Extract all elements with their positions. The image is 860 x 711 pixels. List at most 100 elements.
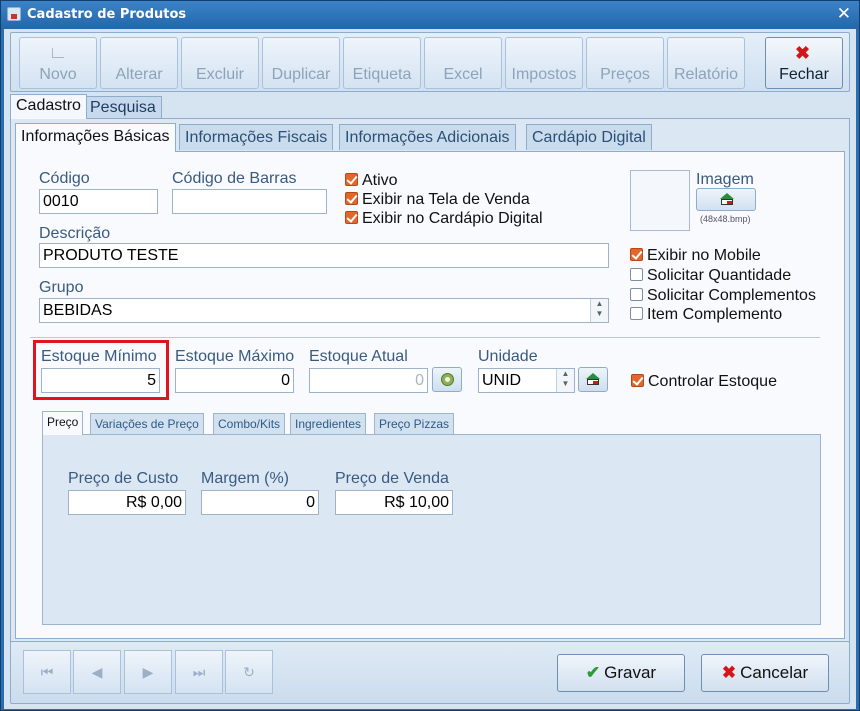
alterar-button[interactable]: Alterar [100, 37, 178, 89]
preco-custo-input[interactable]: R$ 0,00 [68, 490, 186, 515]
novo-label: Novo [39, 66, 77, 83]
cancelar-label: Cancelar [740, 663, 809, 682]
tab-pesquisa[interactable]: Pesquisa [84, 96, 162, 118]
solicitar-comp-check-box [630, 288, 643, 301]
product-image-preview[interactable] [630, 170, 690, 231]
fechar-button[interactable]: ✖ Fechar [765, 37, 843, 89]
estoque-maximo-input[interactable]: 0 [175, 368, 294, 393]
margem-label: Margem (%) [201, 470, 290, 487]
cancel-x-icon: ✖ [721, 663, 737, 682]
unidade-select[interactable]: UNID ▲ ▼ [478, 368, 575, 393]
unidade-spin-icon[interactable]: ▲ ▼ [556, 369, 574, 392]
fechar-label: Fechar [779, 66, 829, 83]
image-size-hint: (48x48.bmp) [700, 214, 751, 224]
nav-prev-button[interactable]: ◀ [73, 650, 121, 694]
preco-custo-label: Preço de Custo [68, 470, 179, 487]
solicitar-comp-label: Solicitar Complementos [647, 287, 816, 304]
controlar-estoque-checkbox[interactable]: Controlar Estoque [631, 373, 777, 391]
refresh-stock-icon [441, 373, 454, 386]
gravar-label: Gravar [604, 663, 657, 682]
alterar-label: Alterar [115, 66, 163, 83]
tab-informacoes-basicas[interactable]: Informações Básicas [15, 123, 176, 152]
product-form-window: Cadastro de Produtos ✕ Novo Alterar Excl… [0, 0, 860, 711]
solicitar-qtd-check-box [630, 268, 643, 281]
cancelar-button[interactable]: ✖ Cancelar [701, 654, 829, 692]
duplicar-label: Duplicar [271, 66, 331, 83]
estoque-atual-button[interactable] [432, 367, 462, 392]
exibir-mobile-checkbox[interactable]: Exibir no Mobile [630, 247, 761, 265]
etiqueta-button[interactable]: Etiqueta [343, 37, 421, 89]
precos-button[interactable]: Preços [586, 37, 664, 89]
nav-first-button[interactable]: ⏮ [23, 650, 71, 694]
exibir-tela-venda-checkbox[interactable]: Exibir na Tela de Venda [345, 191, 530, 209]
descricao-input[interactable]: PRODUTO TESTE [39, 243, 609, 268]
ativo-check-box [345, 173, 358, 186]
excel-label: Excel [443, 66, 483, 83]
tela-venda-label: Exibir na Tela de Venda [362, 191, 530, 208]
title-bar[interactable]: Cadastro de Produtos ✕ [1, 1, 859, 29]
impostos-button[interactable]: Impostos [505, 37, 583, 89]
tab-cardapio-digital[interactable]: Cardápio Digital [526, 124, 652, 150]
tab-preco-pizzas[interactable]: Preço Pizzas [374, 413, 455, 434]
load-image-button[interactable] [696, 188, 756, 211]
etiqueta-label: Etiqueta [352, 66, 412, 83]
nav-last-button[interactable]: ⏭ [175, 650, 223, 694]
unidade-lookup-button[interactable] [578, 367, 608, 392]
price-panel [42, 434, 821, 625]
nav-next-button[interactable]: ▶ [124, 650, 172, 694]
section-divider [30, 337, 820, 338]
margem-input[interactable]: 0 [201, 490, 319, 515]
duplicar-button[interactable]: Duplicar [262, 37, 340, 89]
cardapio-label: Exibir no Cardápio Digital [362, 210, 543, 227]
exibir-cardapio-checkbox[interactable]: Exibir no Cardápio Digital [345, 210, 543, 228]
tab-cadastro[interactable]: Cadastro [10, 94, 87, 119]
estoque-atual-input[interactable]: 0 [309, 368, 428, 393]
tela-venda-check-box [345, 192, 358, 205]
tab-informacoes-fiscais[interactable]: Informações Fiscais [179, 124, 334, 150]
unidade-label: Unidade [478, 348, 538, 365]
item-comp-label: Item Complemento [647, 306, 783, 323]
solicitar-complementos-checkbox[interactable]: Solicitar Complementos [630, 287, 816, 305]
excluir-button[interactable]: Excluir [181, 37, 259, 89]
estoque-maximo-label: Estoque Máximo [175, 348, 295, 365]
relatorio-label: Relatório [673, 66, 739, 83]
tab-combo-kits[interactable]: Combo/Kits [213, 413, 286, 434]
solicitar-quantidade-checkbox[interactable]: Solicitar Quantidade [630, 267, 791, 285]
footer-bar: ⏮ ◀ ▶ ⏭ ↻ ✔ Gravar ✖ Cancelar [10, 641, 850, 704]
codigo-barras-input[interactable] [172, 189, 327, 214]
novo-button[interactable]: Novo [19, 37, 97, 89]
tab-informacoes-adicionais[interactable]: Informações Adicionais [339, 124, 516, 150]
solicitar-qtd-label: Solicitar Quantidade [647, 267, 792, 284]
grupo-spin-icon[interactable]: ▲ ▼ [590, 299, 608, 322]
controlar-check-box [631, 374, 644, 387]
tab-variacoes-preco[interactable]: Variações de Preço [90, 413, 204, 434]
item-comp-check-box [630, 307, 643, 320]
grupo-label: Grupo [39, 279, 84, 296]
estoque-minimo-label: Estoque Mínimo [41, 348, 157, 365]
toolbar: Novo Alterar Excluir Duplicar Etiqueta E… [10, 32, 850, 92]
gravar-button[interactable]: ✔ Gravar [557, 654, 685, 692]
grupo-select[interactable]: BEBIDAS ▲ ▼ [39, 298, 609, 323]
excel-button[interactable]: Excel [424, 37, 502, 89]
imagem-label: Imagem [696, 171, 754, 188]
grupo-value: BEBIDAS [43, 302, 113, 319]
mobile-label: Exibir no Mobile [647, 247, 761, 264]
tab-preco[interactable]: Preço [42, 411, 84, 435]
check-icon: ✔ [585, 663, 601, 682]
codigo-barras-label: Código de Barras [172, 170, 297, 187]
relatorio-button[interactable]: Relatório [667, 37, 745, 89]
codigo-input[interactable]: 0010 [39, 189, 158, 214]
unidade-value: UNID [482, 372, 522, 389]
preco-venda-label: Preço de Venda [335, 470, 449, 487]
ativo-checkbox[interactable]: Ativo [345, 172, 398, 190]
item-complemento-checkbox[interactable]: Item Complemento [630, 306, 782, 324]
nav-refresh-button[interactable]: ↻ [225, 650, 273, 694]
preco-venda-input[interactable]: R$ 10,00 [335, 490, 453, 515]
window-close-icon[interactable]: ✕ [837, 4, 851, 24]
image-load-icon [719, 193, 735, 206]
estoque-minimo-input[interactable]: 5 [41, 368, 160, 393]
cardapio-check-box [345, 211, 358, 224]
excluir-label: Excluir [195, 66, 244, 83]
tab-ingredientes[interactable]: Ingredientes [290, 413, 367, 434]
controlar-label: Controlar Estoque [648, 373, 777, 390]
